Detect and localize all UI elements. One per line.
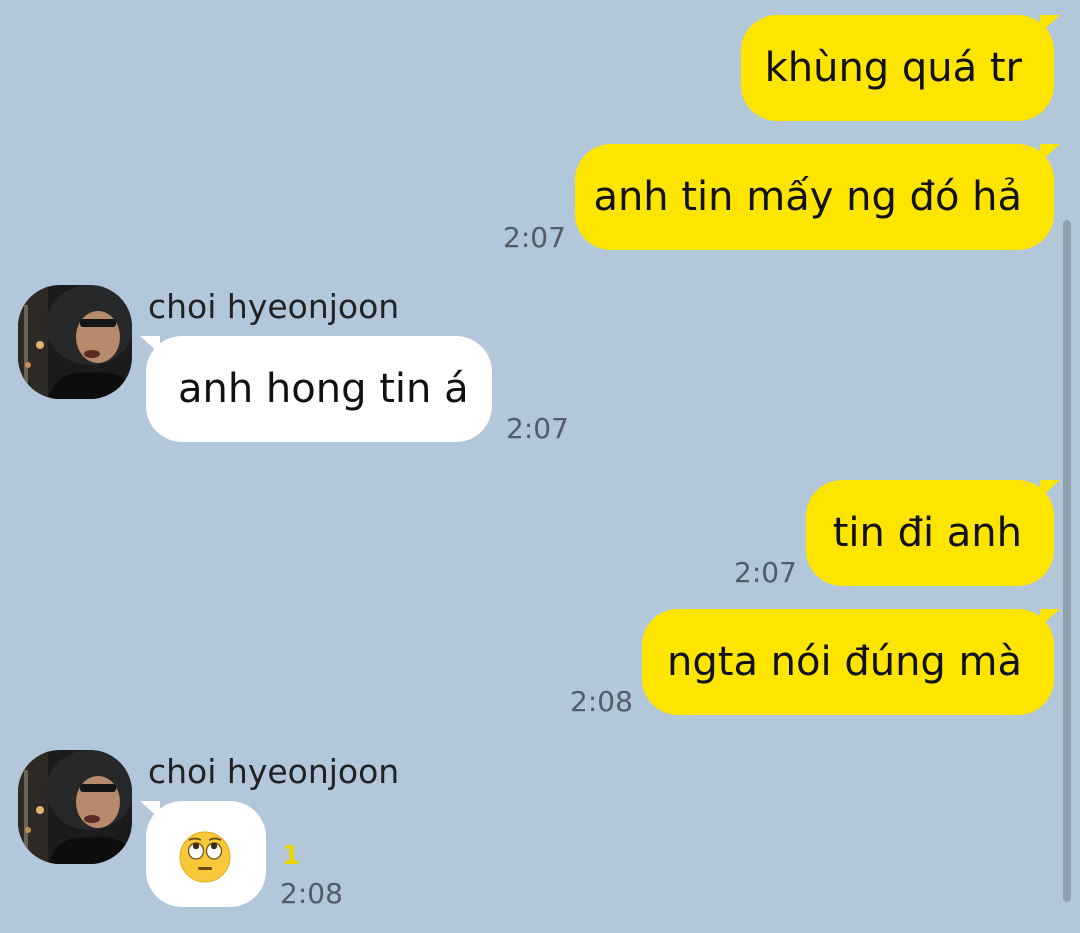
message-timestamp: 2:07 bbox=[734, 556, 797, 589]
chat-scrollbar[interactable] bbox=[1063, 220, 1071, 902]
message-bubble-mine[interactable]: tin đi anh bbox=[806, 480, 1054, 586]
message-timestamp: 2:08 bbox=[570, 685, 633, 718]
sender-name: choi hyeonjoon bbox=[148, 287, 400, 326]
message-bubble-other[interactable] bbox=[146, 801, 266, 907]
bubble-tail bbox=[1040, 480, 1060, 498]
message-bubble-other[interactable]: anh hong tin á bbox=[146, 336, 492, 442]
unread-count: 1 bbox=[282, 841, 301, 871]
bubble-tail bbox=[1040, 15, 1060, 33]
sender-avatar[interactable] bbox=[18, 285, 132, 399]
message-text: ngta nói đúng mà bbox=[667, 639, 1022, 685]
face-with-rolling-eyes-icon bbox=[179, 831, 231, 883]
bubble-tail bbox=[1040, 609, 1060, 627]
bubble-tail bbox=[1040, 144, 1060, 162]
sender-avatar[interactable] bbox=[18, 750, 132, 864]
avatar-photo-icon bbox=[18, 285, 132, 399]
bubble-tail bbox=[140, 801, 160, 819]
avatar-photo-icon bbox=[18, 750, 132, 864]
message-text: tin đi anh bbox=[832, 510, 1022, 556]
message-timestamp: 2:08 bbox=[280, 877, 343, 910]
message-text: khùng quá tr bbox=[764, 45, 1022, 91]
message-text: anh hong tin á bbox=[178, 366, 469, 412]
chat-area[interactable]: khùng quá tr anh tin mấy ng đó hả 2:07 c… bbox=[0, 0, 1080, 933]
sender-name: choi hyeonjoon bbox=[148, 752, 400, 791]
bubble-tail bbox=[140, 336, 160, 354]
message-timestamp: 2:07 bbox=[506, 412, 569, 445]
message-timestamp: 2:07 bbox=[503, 221, 566, 254]
message-text: anh tin mấy ng đó hả bbox=[593, 174, 1022, 220]
message-bubble-mine[interactable]: khùng quá tr bbox=[741, 15, 1054, 121]
message-bubble-mine[interactable]: ngta nói đúng mà bbox=[642, 609, 1054, 715]
message-bubble-mine[interactable]: anh tin mấy ng đó hả bbox=[575, 144, 1054, 250]
